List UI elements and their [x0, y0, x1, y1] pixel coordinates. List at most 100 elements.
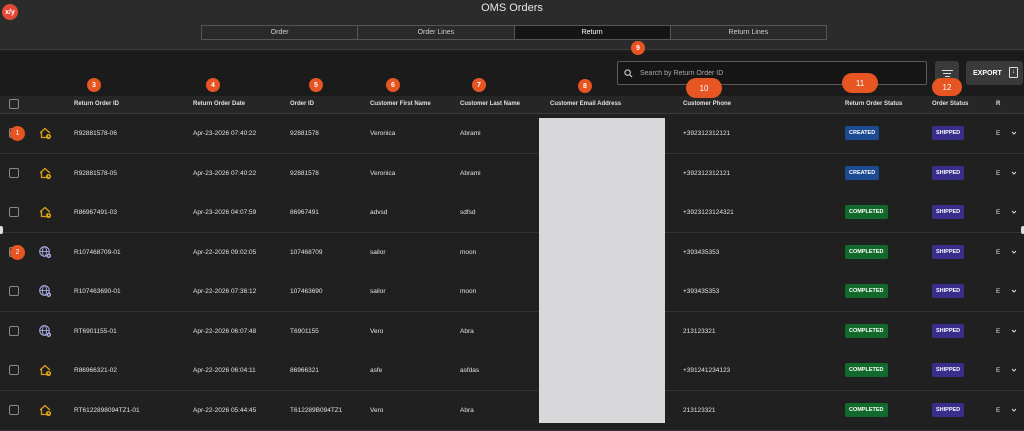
- cell-phone: +392312312121: [683, 130, 731, 137]
- cell-phone: 213123321: [683, 327, 716, 335]
- house-clock-icon: [38, 403, 52, 417]
- table-row[interactable]: RT6122898094TZ1-01 Apr-22-2026 05:44:45 T6…: [0, 390, 1024, 431]
- col-return-order-status[interactable]: Return Order Status: [845, 101, 902, 107]
- cell-return-order-id[interactable]: RT6901155-01: [74, 328, 117, 335]
- cell-last-name: sdfsd: [460, 209, 476, 216]
- page-title: OMS Orders: [481, 2, 543, 14]
- col-customer-phone[interactable]: Customer Phone: [683, 101, 731, 107]
- chevron-down-icon[interactable]: [1011, 367, 1017, 373]
- cell-return-order-id[interactable]: R92881578-06: [74, 130, 117, 137]
- globe-gear-icon: [38, 284, 52, 298]
- export-button[interactable]: EXPORT ↓: [966, 61, 1023, 85]
- chevron-down-icon[interactable]: [1011, 249, 1017, 255]
- cell-return-order-date: Apr-23-2026 07:40:22: [193, 130, 257, 137]
- col-order-id[interactable]: Order ID: [290, 101, 314, 107]
- cell-return-order-date: Apr-22-2026 06:07:48: [193, 327, 257, 335]
- return-status-badge: COMPLETED: [845, 363, 888, 377]
- col-customer-last-name[interactable]: Customer Last Name: [460, 101, 520, 107]
- cell-r: E: [996, 288, 1001, 295]
- cell-return-order-date: Apr-22-2026 06:04:11: [193, 367, 256, 374]
- cell-last-name: moon: [460, 288, 477, 295]
- row-checkbox[interactable]: [9, 207, 19, 217]
- cell-r: E: [996, 406, 1001, 414]
- cell-r: E: [996, 209, 1001, 216]
- table-row[interactable]: R86966321-02 Apr-22-2026 06:04:11 86966321…: [0, 351, 1024, 391]
- order-status-badge: SHIPPED: [932, 323, 965, 338]
- tab-return-lines[interactable]: Return Lines: [670, 26, 826, 39]
- chevron-down-icon[interactable]: [1011, 328, 1017, 334]
- cell-return-order-id[interactable]: RT6122898094TZ1-01: [74, 407, 140, 414]
- order-status-badge: SHIPPED: [932, 244, 965, 259]
- cell-first-name: sailor: [370, 248, 386, 256]
- cell-phone: +392312312121: [683, 169, 731, 177]
- top-bar: x/y OMS Orders Order Order Lines Return …: [0, 0, 1024, 50]
- order-status-badge: SHIPPED: [932, 205, 965, 219]
- chevron-down-icon[interactable]: [1011, 170, 1017, 176]
- cell-return-order-date: Apr-23-2026 07:40:22: [193, 169, 257, 177]
- cell-order-id: 86967491: [290, 209, 319, 216]
- left-edge-handle[interactable]: [0, 226, 3, 234]
- tab-order-lines[interactable]: Order Lines: [358, 26, 515, 39]
- select-all-checkbox[interactable]: [9, 99, 19, 109]
- col-return-order-id[interactable]: Return Order ID: [74, 101, 119, 107]
- row-checkbox[interactable]: [9, 325, 19, 336]
- tab-order[interactable]: Order: [202, 26, 359, 39]
- chevron-down-icon[interactable]: [1011, 407, 1017, 413]
- col-r[interactable]: R: [996, 101, 1000, 107]
- cell-phone: +393435353: [683, 288, 720, 295]
- col-customer-first-name[interactable]: Customer First Name: [370, 101, 431, 107]
- chevron-down-icon[interactable]: [1011, 288, 1017, 294]
- annotation-marker: 3: [87, 78, 101, 92]
- table-row[interactable]: RT6901155-01 Apr-22-2026 06:07:48 T6901155…: [0, 311, 1024, 352]
- cell-return-order-id[interactable]: R86966321-02: [74, 367, 117, 374]
- order-status-badge: SHIPPED: [932, 126, 965, 140]
- cell-r: E: [996, 327, 1001, 335]
- row-checkbox[interactable]: [9, 365, 19, 375]
- cell-first-name: Veronica: [370, 130, 396, 137]
- cell-last-name: asfdas: [460, 367, 480, 374]
- annotation-marker: 2: [10, 244, 25, 260]
- table-row[interactable]: R86967491-03 Apr-23-2026 04:07:59 86967491…: [0, 193, 1024, 233]
- order-status-badge: SHIPPED: [932, 363, 965, 377]
- tab-return[interactable]: Return: [514, 26, 671, 39]
- cell-first-name: Veronica: [370, 169, 396, 177]
- table-row[interactable]: 2 R107468709-01 Apr-22-2026 09:02:05 107468…: [0, 232, 1024, 273]
- col-customer-email[interactable]: Customer Email Address: [550, 101, 621, 107]
- cell-return-order-date: Apr-22-2026 07:36:12: [193, 288, 257, 295]
- cell-return-order-date: Apr-23-2026 04:07:59: [193, 209, 257, 216]
- col-order-status[interactable]: Order Status: [932, 101, 968, 107]
- search-box[interactable]: [617, 61, 927, 85]
- row-checkbox[interactable]: [9, 286, 19, 296]
- table-row[interactable]: R107463690-01 Apr-22-2026 07:36:12 1074636…: [0, 272, 1024, 312]
- row-checkbox[interactable]: [9, 167, 19, 178]
- table-row[interactable]: R92881578-05 Apr-23-2026 07:40:22 92881578…: [0, 153, 1024, 194]
- cell-return-order-id[interactable]: R107468709-01: [74, 249, 121, 256]
- house-clock-icon: [38, 166, 52, 180]
- cell-return-order-id[interactable]: R92881578-05: [74, 170, 117, 177]
- globe-gear-icon: [38, 245, 52, 259]
- chevron-down-icon[interactable]: [1011, 130, 1017, 136]
- annotation-marker: 5: [309, 78, 323, 92]
- cell-phone: +3923123124321: [683, 209, 734, 216]
- table-row[interactable]: 1 R92881578-06 Apr-23-2026 07:40:22 9288157…: [0, 114, 1024, 154]
- return-status-badge: CREATED: [845, 126, 880, 140]
- cell-last-name: Abra: [460, 327, 474, 335]
- export-label: EXPORT: [973, 69, 1002, 77]
- cell-first-name: sailor: [370, 288, 386, 295]
- globe-gear-icon: [38, 324, 52, 338]
- return-status-badge: COMPLETED: [845, 244, 888, 259]
- cell-return-order-date: Apr-22-2026 09:02:05: [193, 248, 257, 256]
- cell-order-id: 92881578: [290, 169, 319, 177]
- cell-return-order-id[interactable]: R107463690-01: [74, 288, 121, 295]
- cell-order-id: T612289B094TZ1: [290, 406, 343, 414]
- email-redaction: [539, 118, 665, 423]
- cell-last-name: Abra: [460, 406, 474, 414]
- cell-return-order-date: Apr-22-2026 05:44:45: [193, 406, 257, 414]
- row-checkbox[interactable]: [9, 404, 19, 415]
- cell-order-id: 107468709: [290, 248, 323, 256]
- cell-return-order-id[interactable]: R86967491-03: [74, 209, 117, 216]
- col-return-order-date[interactable]: Return Order Date: [193, 101, 245, 107]
- filter-icon-line: [943, 72, 951, 74]
- chevron-down-icon[interactable]: [1011, 209, 1017, 215]
- oms-orders-page: x/y OMS Orders Order Order Lines Return …: [0, 0, 1024, 431]
